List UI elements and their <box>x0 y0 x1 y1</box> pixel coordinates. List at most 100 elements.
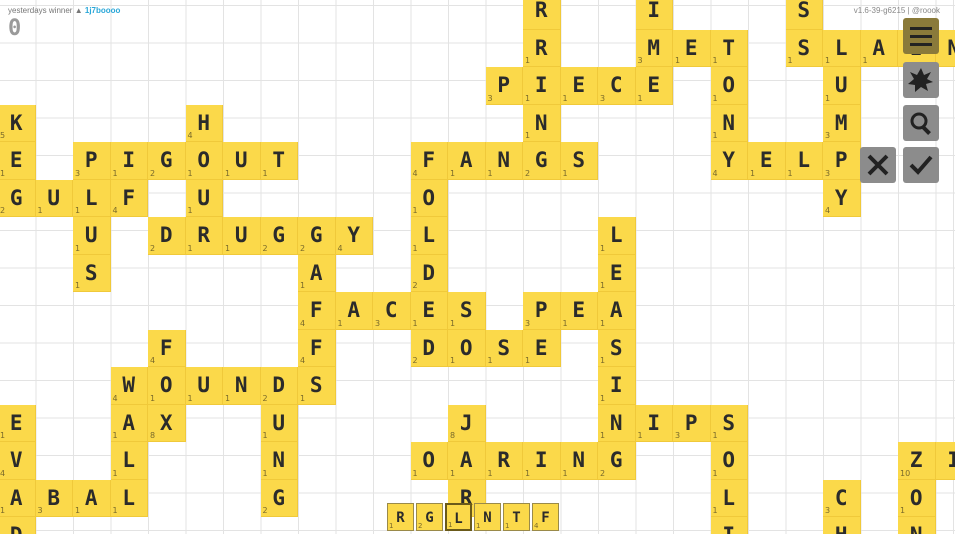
board-tile: A1 <box>0 479 36 517</box>
tile-score: 4 <box>712 168 718 178</box>
game-board[interactable]: RISR1M3E1T1S1L1A1INP3I1E1C3E1O1U1K5H4N1N… <box>0 0 955 534</box>
tile-score: 5 <box>0 131 6 140</box>
tile-letter: N <box>234 373 248 397</box>
tile-letter: E <box>572 298 586 322</box>
board-tile: I1 <box>110 142 148 180</box>
board-tile: L1 <box>110 442 148 480</box>
tile-score: 2 <box>412 281 418 290</box>
tile-letter: H <box>823 524 860 534</box>
tile-score: 1 <box>412 206 418 215</box>
tile-letter: T <box>272 148 286 172</box>
tile-score: 1 <box>525 93 531 103</box>
tile-score: 1 <box>187 393 193 403</box>
board-tile: N1 <box>560 442 598 480</box>
tile-letter: V <box>9 448 23 472</box>
checkmark-icon <box>909 155 933 175</box>
score-display: 0 <box>8 16 22 41</box>
tile-score: 2 <box>262 393 268 403</box>
board-tile: P3 <box>823 142 861 180</box>
tile-letter: L <box>609 223 623 247</box>
tile-letter: W <box>122 373 136 397</box>
tile-letter: Y <box>347 223 361 247</box>
tile-score: 2 <box>600 468 606 478</box>
board-tile: G2 <box>0 179 36 217</box>
rack-tile[interactable]: G2 <box>416 503 443 531</box>
board-tile: J8 <box>448 404 486 442</box>
board-tile: O1 <box>410 442 448 480</box>
submit-button[interactable] <box>903 147 939 183</box>
menu-button[interactable] <box>903 18 939 54</box>
board-tile: N1 <box>260 442 298 480</box>
tile-score: 1 <box>562 318 568 328</box>
rack-tile[interactable]: L1 <box>445 503 472 531</box>
tile-letter: I <box>534 448 548 472</box>
tile-letter: C <box>384 298 398 322</box>
tile-score: 2 <box>150 243 156 253</box>
tile-score: 1 <box>187 168 193 178</box>
rack-tile[interactable]: N1 <box>474 503 501 531</box>
search-button[interactable] <box>903 105 939 141</box>
tile-score: 1 <box>75 506 81 515</box>
tile-letter: G <box>309 223 323 247</box>
board-tile: P3 <box>523 292 561 330</box>
tile-letter: U <box>834 73 848 97</box>
yesterday-label: yesterdays winner <box>8 6 73 15</box>
board-tile: A1 <box>448 442 486 480</box>
board-tile: E1 <box>635 67 673 105</box>
tile-score: 1 <box>637 431 643 440</box>
board-tile: T1 <box>260 142 298 180</box>
letter-rack[interactable]: R1G2L1N1T1F4 <box>387 503 561 534</box>
board-tile: C3 <box>598 67 636 105</box>
tile-score: 1 <box>712 506 718 515</box>
tile-score: 1 <box>225 243 231 253</box>
tile-letter: O <box>722 448 736 472</box>
board-tile: X8 <box>148 404 186 442</box>
board-tile: F4 <box>298 329 336 367</box>
tile-score: 1 <box>525 56 531 65</box>
board-tile: D <box>0 517 36 534</box>
tile-score: 1 <box>112 506 118 515</box>
tile-score: 1 <box>412 468 418 478</box>
board-tile: U1 <box>223 142 261 180</box>
tile-score: 3 <box>487 93 493 103</box>
tile-letter: A <box>459 148 473 172</box>
board-tile: F4 <box>110 179 148 217</box>
tile-letter: N <box>898 524 935 534</box>
tile-score: 1 <box>862 56 868 65</box>
board-tile: U1 <box>35 179 73 217</box>
board-tile: R1 <box>185 217 223 255</box>
tile-letter: O <box>197 148 211 172</box>
shuffle-button[interactable] <box>903 62 939 98</box>
tile-score: 4 <box>300 356 306 365</box>
tile-letter: S <box>797 0 811 22</box>
close-icon <box>867 154 889 176</box>
tile-score: 1 <box>900 506 906 515</box>
board-tile: O1 <box>898 479 936 517</box>
tile-score: 1 <box>675 56 681 65</box>
board-tile: D2 <box>410 254 448 292</box>
tile-score: 1 <box>787 56 793 65</box>
rack-tile[interactable]: R1 <box>387 503 414 531</box>
tile-letter: S <box>309 373 323 397</box>
rack-tile[interactable]: T1 <box>503 503 530 531</box>
tile-score: 3 <box>825 506 831 515</box>
tile-letter: I <box>647 0 661 22</box>
tile-score: 2 <box>525 168 531 178</box>
tile-score: 1 <box>787 168 793 178</box>
tile-letter: P <box>497 73 511 97</box>
rack-tile-score: 1 <box>389 522 394 530</box>
winner-link[interactable]: 1j7boooo <box>85 6 121 15</box>
tile-score: 4 <box>0 468 6 478</box>
tile-letter: D <box>159 223 173 247</box>
tile-score: 3 <box>600 93 606 103</box>
tile-score: 1 <box>450 318 456 328</box>
tile-score: 1 <box>225 393 231 403</box>
board-tile: I1 <box>710 517 748 534</box>
tile-letter: L <box>422 223 436 247</box>
board-tile: P3 <box>73 142 111 180</box>
board-tile: L1 <box>598 217 636 255</box>
tile-letter: A <box>459 448 473 472</box>
rack-tile[interactable]: F4 <box>532 503 559 531</box>
cancel-button[interactable] <box>860 147 896 183</box>
board-tile: U1 <box>185 179 223 217</box>
